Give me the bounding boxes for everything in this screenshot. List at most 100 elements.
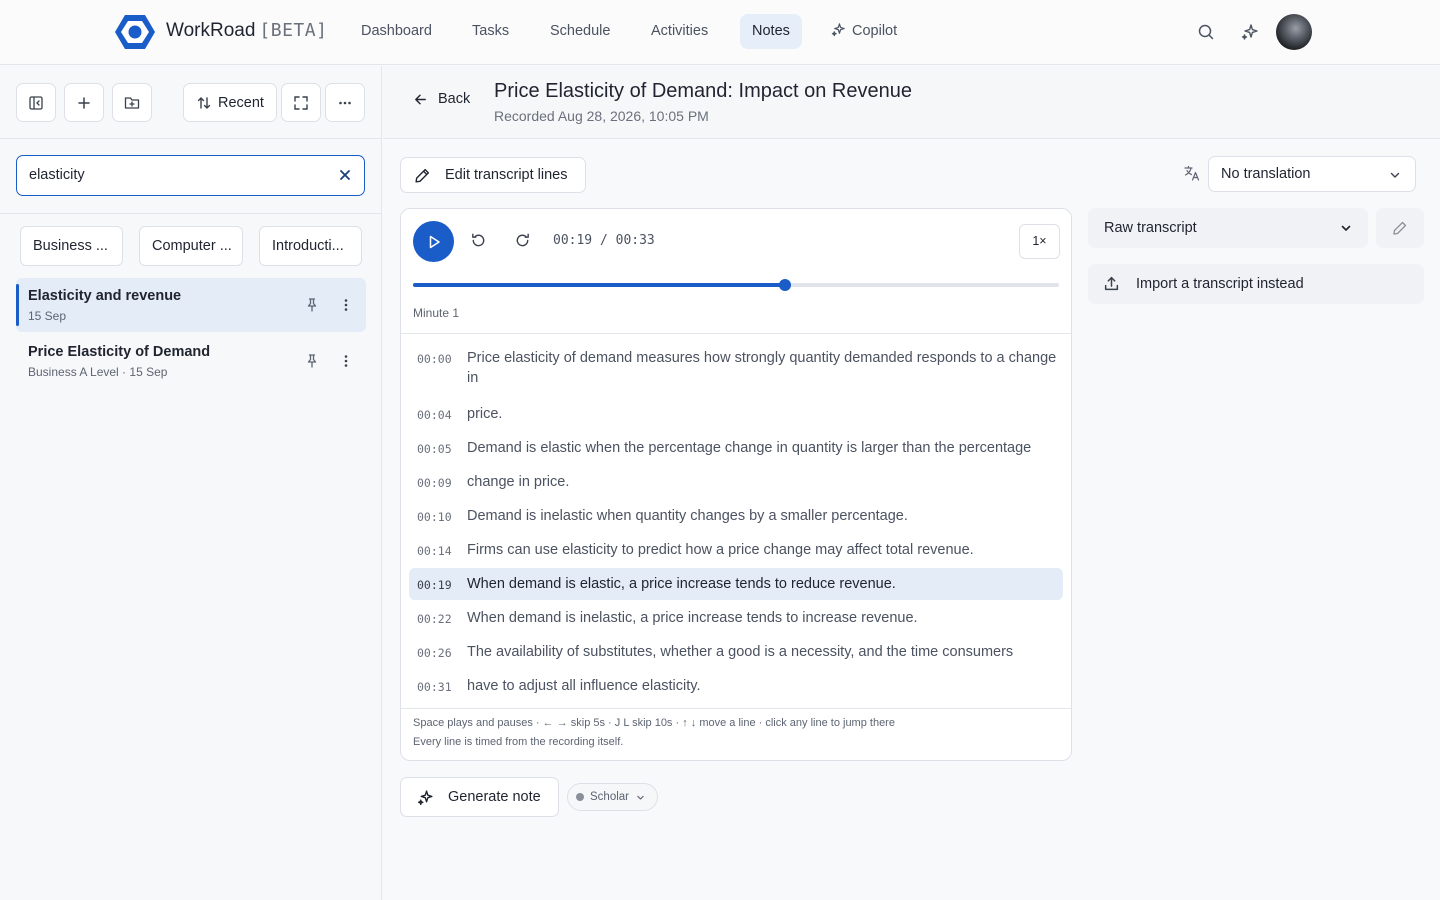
pin-icon[interactable] [304, 353, 320, 369]
sparkle-icon[interactable] [1240, 22, 1260, 42]
transcript-line[interactable]: 00:04 price. [409, 398, 1063, 430]
folder-chip-introduction[interactable]: Introducti... [259, 226, 362, 266]
more-options-button[interactable] [325, 83, 365, 122]
generate-label: Generate note [448, 789, 541, 805]
avatar[interactable] [1276, 14, 1312, 50]
upload-icon [1103, 275, 1120, 292]
note-list-item[interactable]: Elasticity and revenue 15 Sep [16, 278, 366, 332]
expand-icon [293, 95, 309, 111]
generate-note-button[interactable]: Generate note [400, 777, 559, 817]
translation-select[interactable]: No translation [1208, 156, 1416, 192]
edit-transcript-mode-button[interactable] [1376, 208, 1424, 248]
import-label: Import a transcript instead [1136, 276, 1304, 292]
sort-icon [196, 95, 212, 111]
search-section [0, 140, 382, 214]
transcript-line[interactable]: 00:10 Demand is inelastic when quantity c… [409, 500, 1063, 532]
note-header: Back Price Elasticity of Demand: Impact … [383, 66, 1440, 139]
nav-tab-schedule[interactable]: Schedule [538, 14, 622, 49]
new-note-button[interactable] [64, 83, 104, 122]
progress-slider[interactable] [413, 279, 1059, 291]
folder-chip-computer[interactable]: Computer ... [139, 226, 243, 266]
audio-player: 00:19 / 00:33 1× Minute 1 00:00 Price ela… [400, 208, 1072, 761]
pin-icon[interactable] [304, 297, 320, 313]
time-readout: 00:19 / 00:33 [553, 233, 655, 248]
line-timestamp: 00:19 [417, 578, 452, 592]
keyboard-hint: Space plays and pauses · ← → skip 5s · J… [413, 717, 895, 729]
progress-fill [413, 283, 786, 287]
line-text: price. [467, 406, 503, 422]
transcript-line[interactable]: 00:31 have to adjust all influence elasti… [409, 670, 1063, 702]
progress-handle[interactable] [779, 279, 792, 291]
transcript-line[interactable]: 00:05 Demand is elastic when the percenta… [409, 432, 1063, 464]
line-text: change in price. [467, 474, 570, 490]
recorded-date: Recorded Aug 28, 2026, 10:05 PM [494, 108, 709, 124]
line-timestamp: 00:22 [417, 612, 452, 626]
import-transcript-button[interactable]: Import a transcript instead [1088, 264, 1424, 304]
nav-tab-copilot[interactable]: Copilot [819, 14, 909, 49]
plus-icon [76, 95, 92, 111]
app-title: WorkRoad [166, 20, 256, 41]
edit-transcript-button[interactable]: Edit transcript lines [400, 157, 586, 193]
note-title: Elasticity and revenue [28, 288, 182, 304]
folder-chip-business[interactable]: Business ... [20, 226, 123, 266]
line-timestamp: 00:31 [417, 680, 452, 694]
note-style-select[interactable]: Scholar [567, 783, 658, 811]
sort-recent-button[interactable]: Recent [183, 83, 277, 122]
transcript-line[interactable]: 00:22 When demand is inelastic, a price i… [409, 602, 1063, 634]
more-vertical-icon[interactable] [338, 297, 354, 313]
top-navigation: WorkRoad [BETA] Dashboard Tasks Schedule … [0, 0, 1440, 65]
edit-transcript-label: Edit transcript lines [445, 167, 568, 183]
folder-plus-icon [124, 95, 140, 111]
nav-tab-activities[interactable]: Activities [639, 14, 720, 49]
search-box [16, 155, 365, 196]
search-icon[interactable] [1196, 22, 1216, 42]
pencil-icon [1392, 220, 1408, 236]
new-folder-button[interactable] [112, 83, 152, 122]
transcript-line[interactable]: 00:26 The availability of substitutes, wh… [409, 636, 1063, 668]
transcript-line[interactable]: 00:00 Price elasticity of demand measures… [409, 342, 1063, 396]
play-button[interactable] [413, 221, 454, 262]
divider [401, 333, 1071, 334]
playback-speed-button[interactable]: 1× [1019, 224, 1060, 259]
rewind-icon[interactable] [470, 232, 487, 249]
fullscreen-button[interactable] [281, 83, 321, 122]
collapse-sidebar-button[interactable] [16, 83, 56, 122]
workroad-logo[interactable] [114, 13, 156, 51]
search-input[interactable] [29, 156, 329, 194]
collapse-sidebar-icon [28, 95, 44, 111]
line-text: Demand is inelastic when quantity change… [467, 508, 908, 524]
nav-tab-label: Notes [752, 23, 790, 39]
nav-tab-tasks[interactable]: Tasks [460, 14, 521, 49]
app-name: WorkRoad [BETA] [166, 20, 327, 42]
nav-tab-notes[interactable]: Notes [740, 14, 802, 49]
close-icon[interactable] [338, 168, 352, 182]
nav-tab-label: Dashboard [361, 23, 432, 39]
back-button[interactable]: Back [413, 91, 470, 107]
nav-tab-dashboard[interactable]: Dashboard [349, 14, 444, 49]
nav-tab-label: Schedule [550, 23, 611, 39]
note-style-value: Scholar [590, 791, 629, 803]
note-list-item[interactable]: Price Elasticity of Demand Business A Le… [16, 334, 366, 388]
transcript-lines: 00:00 Price elasticity of demand measures… [409, 342, 1063, 704]
sort-label: Recent [218, 94, 264, 111]
line-text: have to adjust all influence elasticity. [467, 678, 701, 694]
sparkle-icon [417, 789, 434, 806]
page-title: Price Elasticity of Demand: Impact on Re… [494, 80, 912, 102]
more-vertical-icon[interactable] [338, 353, 354, 369]
transcript-line[interactable]: 00:14 Firms can use elasticity to predict… [409, 534, 1063, 566]
transcript-line[interactable]: 00:09 change in price. [409, 466, 1063, 498]
more-icon [337, 95, 353, 111]
line-text: The availability of substitutes, whether… [467, 644, 1014, 660]
chevron-down-icon [1340, 222, 1352, 234]
beta-badge: [BETA] [259, 20, 328, 41]
transcript-mode-select[interactable]: Raw transcript [1088, 208, 1368, 248]
note-subtitle: Business A Level · 15 Sep [28, 365, 168, 379]
nav-tab-label: Tasks [472, 23, 510, 39]
line-timestamp: 00:04 [417, 408, 452, 422]
arrow-left-icon [413, 92, 428, 107]
line-text: Price elasticity of demand measures how … [467, 350, 1057, 386]
forward-icon[interactable] [514, 232, 531, 249]
note-subtitle: 15 Sep [28, 309, 67, 323]
line-timestamp: 00:09 [417, 476, 452, 490]
transcript-line[interactable]: 00:19 When demand is elastic, a price inc… [409, 568, 1063, 600]
